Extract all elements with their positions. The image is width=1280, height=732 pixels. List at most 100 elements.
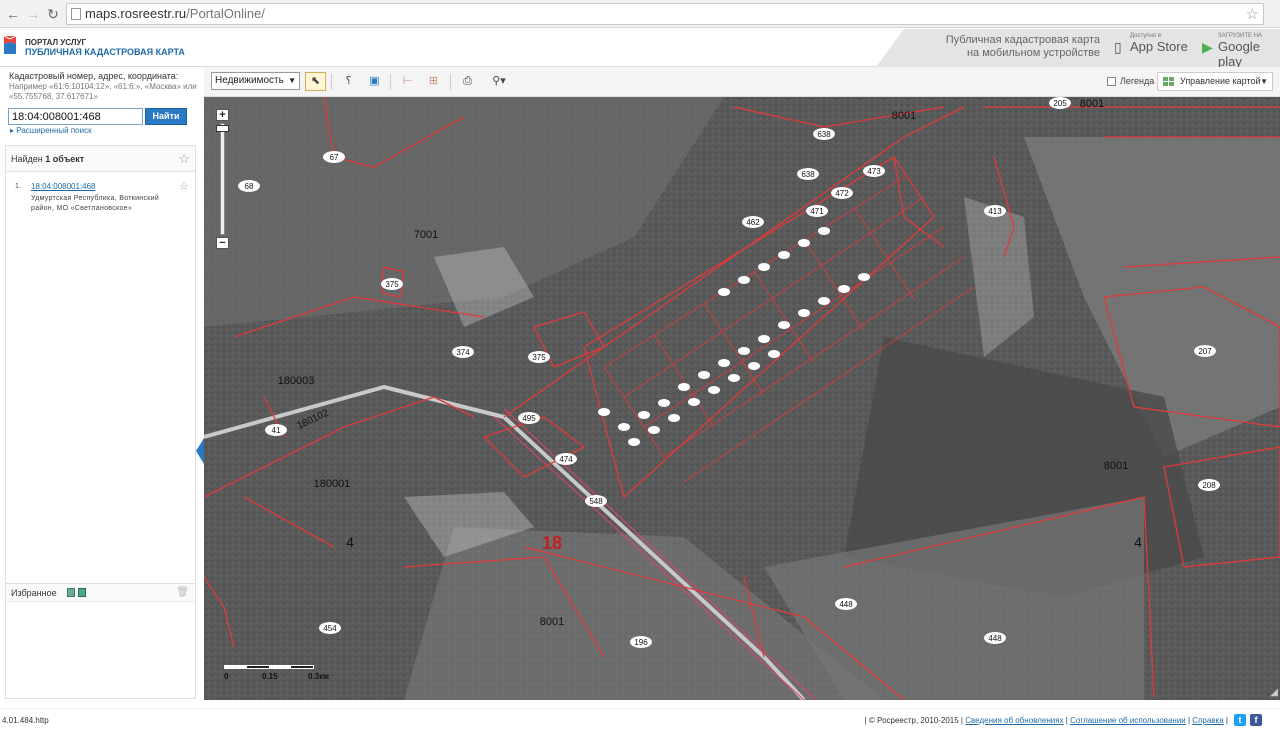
- facebook-icon[interactable]: f: [1250, 714, 1262, 726]
- terms-link[interactable]: Соглашение об использовании: [1070, 716, 1186, 725]
- map-label: 207: [1198, 347, 1212, 356]
- page-icon: [71, 8, 81, 20]
- print-icon[interactable]: ⎙: [457, 72, 478, 91]
- search-label: Кадастровый номер, адрес, координата:: [9, 71, 179, 81]
- select-tool-icon[interactable]: ⬉: [305, 72, 326, 91]
- map-label: 462: [746, 218, 760, 227]
- search-input[interactable]: [8, 108, 143, 125]
- mobile-promo-line1: Публичная кадастровая карта: [945, 34, 1100, 46]
- map-label: 41: [272, 426, 281, 435]
- map-view[interactable]: 8001 8001 8001 8001 7001 18 4 4 180003 1…: [204, 97, 1280, 700]
- browser-toolbar: ← → ↻ maps.rosreestr.ru/PortalOnline/ ☆: [0, 0, 1280, 28]
- link-tool-icon[interactable]: ⚲▾: [483, 72, 515, 91]
- map-label: 638: [817, 130, 831, 139]
- forward-icon[interactable]: →: [24, 5, 42, 23]
- twitter-icon[interactable]: t: [1234, 714, 1246, 726]
- search-hint: Например «61:6:10104:12», «61:6:», «Моск…: [9, 82, 197, 101]
- map-label: 180003: [278, 375, 315, 387]
- map-label: 8001: [540, 616, 564, 628]
- mobile-promo-line2: на мобильном устройстве: [966, 47, 1100, 59]
- map-label: 548: [589, 497, 603, 506]
- found-label: Найден 1 объект: [11, 154, 84, 164]
- trash-icon[interactable]: 🗑: [176, 587, 189, 598]
- zoom-in-button[interactable]: +: [216, 109, 229, 121]
- map-label: 413: [988, 207, 1002, 216]
- collapse-sidebar-tab[interactable]: [196, 438, 204, 464]
- status-bar: 4.01.484.http | © Росреестр, 2010-2015 |…: [0, 708, 1280, 732]
- footer-links: | © Росреестр, 2010-2015 | Сведения об о…: [864, 716, 1228, 725]
- layer-select[interactable]: Недвижимость ▼: [211, 72, 300, 90]
- advanced-search-label: Расширенный поиск: [16, 126, 92, 135]
- map-label: 4: [1134, 534, 1142, 550]
- site-header: ПОРТАЛ УСЛУГ ПУБЛИЧНАЯ КАДАСТРОВАЯ КАРТА…: [0, 29, 1280, 69]
- scale-bar-graphic: [224, 665, 314, 669]
- results-header: Найден 1 объект ☆: [6, 146, 195, 172]
- back-icon[interactable]: ←: [4, 5, 22, 23]
- scale-label: 0.15: [262, 672, 278, 681]
- map-label: 472: [835, 189, 849, 198]
- map-label: 68: [245, 182, 254, 191]
- map-toolbar: Недвижимость ▼ ⬉ ⸮ ▣ ⊢ ⊞ ⎙ ⚲▾ Легенда Упр…: [204, 67, 1280, 97]
- logo-title[interactable]: ПУБЛИЧНАЯ КАДАСТРОВАЯ КАРТА: [25, 47, 185, 57]
- measure-tool-icon[interactable]: ⊢: [397, 72, 418, 91]
- legend-checkbox[interactable]: [1107, 77, 1116, 86]
- result-cadastral-link[interactable]: 18:04:008001:468: [31, 182, 96, 191]
- map-label: 454: [323, 624, 337, 633]
- map-label: 448: [839, 600, 853, 609]
- mobile-apps-panel: Публичная кадастровая карта на мобильном…: [876, 29, 1280, 69]
- export-excel-icon[interactable]: [67, 588, 75, 597]
- appstore-badge[interactable]: ▯ Доступно в App Store: [1114, 33, 1198, 63]
- map-label: 4: [346, 534, 354, 550]
- map-label: 471: [810, 207, 824, 216]
- url-path: /PortalOnline/: [186, 6, 265, 21]
- updates-link[interactable]: Сведения об обновлениях: [965, 716, 1063, 725]
- legend-label: Легенда: [1120, 76, 1155, 86]
- import-icon[interactable]: [78, 588, 86, 597]
- layer-select-value: Недвижимость: [215, 75, 284, 86]
- search-button[interactable]: Найти: [145, 108, 187, 125]
- identify-tool-icon[interactable]: ⸮: [338, 72, 359, 91]
- info-tool-icon[interactable]: ▣: [364, 72, 385, 91]
- zoom-out-button[interactable]: −: [216, 237, 229, 249]
- favorites-header: Избранное 🗑: [6, 584, 195, 602]
- map-label: 448: [988, 634, 1002, 643]
- bookmark-star-icon[interactable]: ☆: [1246, 5, 1259, 25]
- map-label: 7001: [414, 229, 438, 241]
- advanced-search-link[interactable]: ▸ Расширенный поиск: [10, 126, 92, 135]
- map-label: 495: [522, 414, 536, 423]
- map-label: 474: [559, 455, 573, 464]
- resize-grip-icon[interactable]: ◢: [1270, 687, 1278, 698]
- zoom-control[interactable]: + −: [216, 109, 229, 251]
- map-label: 180001: [314, 478, 351, 490]
- phone-icon: ▯: [1114, 39, 1122, 55]
- reload-icon[interactable]: ↻: [44, 5, 62, 23]
- mobile-promo-text: Публичная кадастровая карта на мобильном…: [914, 34, 1100, 60]
- map-management-dropdown[interactable]: Управление картой ▼: [1157, 72, 1273, 91]
- map-label: 18: [542, 533, 562, 553]
- scale-bar: 0 0.15 0.3км: [224, 663, 334, 683]
- grid-icon: [1163, 77, 1174, 86]
- portal-logo-icon: [3, 35, 17, 54]
- map-canvas[interactable]: 8001 8001 8001 8001 7001 18 4 4 180003 1…: [204, 97, 1280, 700]
- sidebar: Кадастровый номер, адрес, координата: На…: [0, 67, 204, 700]
- map-label: 208: [1202, 481, 1216, 490]
- zoom-slider-handle[interactable]: [216, 125, 229, 132]
- help-link[interactable]: Справка: [1192, 716, 1223, 725]
- google-play-badge[interactable]: ▶ ЗАГРУЗИТЕ НА Google play: [1202, 33, 1278, 69]
- address-bar[interactable]: maps.rosreestr.ru/PortalOnline/ ☆: [66, 3, 1264, 25]
- found-prefix: Найден: [11, 154, 43, 164]
- chevron-down-icon: ▼: [288, 76, 296, 85]
- scale-label: 0.3км: [308, 672, 330, 681]
- result-address: Удмуртская Республика, Воткинский район,…: [31, 195, 160, 212]
- map-management-label: Управление картой: [1180, 76, 1261, 86]
- result-star-icon[interactable]: ☆: [179, 180, 189, 193]
- favorites-star-icon[interactable]: ☆: [178, 151, 190, 167]
- url-domain: maps.rosreestr.ru: [85, 6, 187, 21]
- map-label: 374: [456, 348, 470, 357]
- map-label: 473: [867, 167, 881, 176]
- zoom-slider[interactable]: [220, 123, 225, 235]
- map-label: 8001: [1080, 98, 1104, 110]
- map-label: 196: [634, 638, 648, 647]
- result-number: 1.: [15, 183, 21, 190]
- area-tool-icon[interactable]: ⊞: [423, 72, 444, 91]
